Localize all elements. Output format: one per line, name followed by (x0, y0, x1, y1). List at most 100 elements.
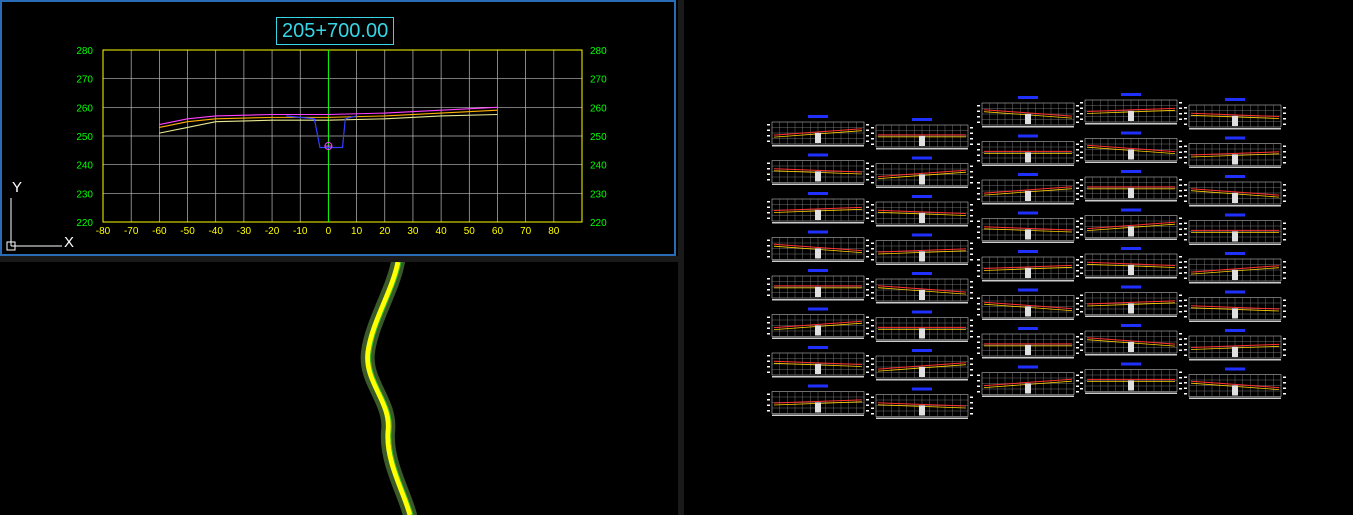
thumbnail-tick (1184, 145, 1187, 147)
thumbnail-tick (1184, 343, 1187, 345)
thumbnail-tick (1184, 156, 1187, 158)
thumbnail-tick (767, 140, 770, 142)
thumbnail-tick (977, 380, 980, 382)
x-tick: -30 (237, 226, 252, 237)
thumbnail-tick (1076, 385, 1079, 387)
thumbnail-tick (767, 333, 770, 335)
thumbnail-tick (977, 341, 980, 343)
thumbnail-tick (767, 256, 770, 258)
thumbnail-tick (1184, 118, 1187, 120)
thumbnail-tick (1076, 182, 1079, 184)
x-tick: 60 (492, 226, 504, 237)
thumbnail-tick (866, 173, 869, 175)
thumbnail-tick (1080, 228, 1083, 230)
thumbnail-tick (1076, 154, 1079, 156)
thumbnail-tick (866, 245, 869, 247)
thumbnail-tick (866, 316, 869, 318)
sheet-viewport[interactable] (684, 0, 1353, 515)
thumbnail-tick (866, 294, 869, 296)
thumbnail-tick (1283, 305, 1286, 307)
thumbnail-tick (1184, 305, 1187, 307)
thumbnail-tick (866, 168, 869, 170)
thumbnail-tick (1179, 256, 1182, 258)
section-thumbnail (1080, 285, 1182, 317)
thumbnail-tick (1283, 239, 1286, 241)
section-thumbnail (1080, 170, 1182, 202)
thumbnail-channel (919, 251, 925, 262)
thumbnail-tick (1080, 267, 1083, 269)
thumbnail-tick (871, 204, 874, 206)
thumbnail-tick (1179, 107, 1182, 109)
thumbnail-tick (970, 176, 973, 178)
thumbnail-tick (970, 286, 973, 288)
thumbnail-tick (970, 325, 973, 327)
thumbnail-tick (767, 278, 770, 280)
thumbnail-axis (876, 225, 968, 227)
thumbnail-tick (1179, 184, 1182, 186)
thumbnail-tick (1179, 349, 1182, 351)
thumbnail-tick (970, 374, 973, 376)
thumbnail-tick (977, 303, 980, 305)
thumbnail-tick (1080, 140, 1083, 142)
thumbnail-tick (977, 116, 980, 118)
y-tick-right: 220 (590, 218, 607, 229)
thumbnail-tick (977, 121, 980, 123)
thumbnail-tick (866, 201, 869, 203)
thumbnail-axis (982, 241, 1074, 243)
thumbnail-tick (1184, 354, 1187, 356)
thumbnail-tick (977, 220, 980, 222)
thumbnail-tick (866, 371, 869, 373)
thumbnail-title (808, 230, 828, 234)
thumbnail-tick (1076, 314, 1079, 316)
thumbnail-tick (1283, 266, 1286, 268)
thumbnail-tick (1184, 376, 1187, 378)
section-thumbnail (1080, 247, 1182, 279)
thumbnail-tick (866, 366, 869, 368)
thumbnail-axis (1189, 205, 1281, 207)
thumbnail-tick (970, 182, 973, 184)
x-tick: -50 (180, 226, 195, 237)
thumbnail-tick (871, 292, 874, 294)
x-tick: 40 (436, 226, 448, 237)
thumbnail-tick (1076, 121, 1079, 123)
thumbnail-tick (1283, 145, 1286, 147)
thumbnail-tick (1080, 371, 1083, 373)
thumbnail-tick (970, 209, 973, 211)
thumbnail-axis (1085, 238, 1177, 240)
thumbnail-tick (866, 206, 869, 208)
ucs-y-label: Y (12, 179, 22, 196)
thumbnail-tick (1080, 333, 1083, 335)
thumbnail-tick (1283, 299, 1286, 301)
section-thumbnail (767, 384, 869, 416)
thumbnail-tick (871, 336, 874, 338)
thumbnail-tick (1283, 156, 1286, 158)
plan-viewport[interactable] (0, 262, 676, 515)
thumbnail-title (1018, 96, 1038, 99)
thumbnail-tick (767, 250, 770, 252)
section-viewport[interactable]: 205+700.00 280 280 270 270 260 260 250 250 240 24… (0, 0, 676, 256)
thumbnail-tick (866, 135, 869, 137)
thumbnail-tick (1184, 299, 1187, 301)
thumbnail-title (1225, 329, 1245, 332)
thumbnail-tick (1184, 233, 1187, 235)
thumbnail-tick (970, 281, 973, 283)
thumbnail-tick (1283, 228, 1286, 230)
thumbnail-tick (1179, 223, 1182, 225)
thumbnail-tick (866, 250, 869, 252)
thumbnail-channel (919, 405, 925, 416)
thumbnail-tick (1076, 116, 1079, 118)
thumbnail-tick (1179, 300, 1182, 302)
thumbnail-tick (866, 256, 869, 258)
thumbnail-tick (1076, 193, 1079, 195)
thumbnail-tick (970, 396, 973, 398)
thumbnail-title (912, 118, 932, 121)
x-tick: 0 (326, 226, 332, 237)
thumbnail-tick (866, 410, 869, 412)
thumbnail-title (912, 387, 932, 391)
thumbnail-tick (1076, 303, 1079, 305)
thumbnail-axis (982, 280, 1074, 282)
thumbnail-tick (767, 327, 770, 329)
thumbnail-tick (767, 124, 770, 126)
thumbnail-tick (1179, 371, 1182, 373)
y-tick-left: 270 (76, 75, 93, 86)
